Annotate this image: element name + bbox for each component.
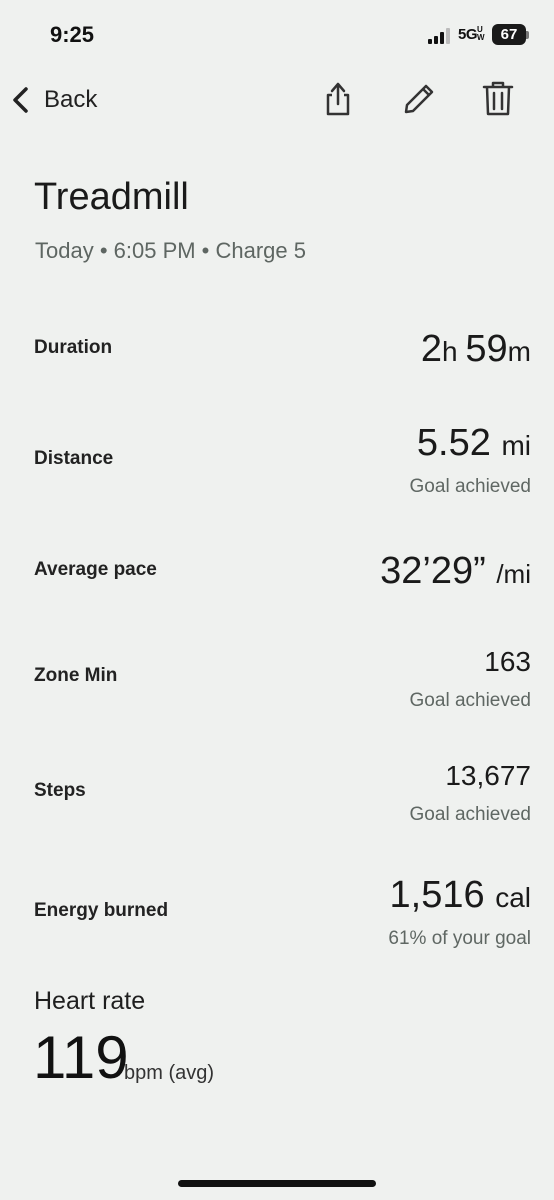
stat-average-pace: Average pace 32’29” /mi xyxy=(34,552,531,602)
network-subtype: UW xyxy=(477,25,485,42)
duration-hours: 2 xyxy=(420,328,443,370)
stat-value-group: 13,677 Goal achieved xyxy=(410,762,531,826)
share-icon xyxy=(326,82,350,116)
pace-unit: /mi xyxy=(496,559,531,589)
stat-value-group: 32’29” /mi xyxy=(380,552,531,590)
home-indicator[interactable] xyxy=(178,1180,376,1187)
share-button[interactable] xyxy=(318,78,358,120)
heart-rate-title: Heart rate xyxy=(34,987,146,1015)
stat-value: 32’29” /mi xyxy=(380,552,531,590)
back-button[interactable]: Back xyxy=(10,80,97,120)
stat-steps: Steps 13,677 Goal achieved xyxy=(34,762,531,826)
status-bar: 9:25 5GUW 67 xyxy=(0,0,554,70)
distance-value: 5.52 xyxy=(416,422,491,464)
stat-label: Energy burned xyxy=(34,900,169,921)
stat-value-group: 163 Goal achieved xyxy=(410,648,531,712)
stat-value-group: 2h 59m xyxy=(421,330,531,368)
energy-value: 1,516 xyxy=(389,874,485,916)
distance-unit: mi xyxy=(501,430,531,461)
exercise-subtitle: Today • 6:05 PM • Charge 5 xyxy=(35,238,306,263)
stat-label: Steps xyxy=(34,780,86,801)
stat-energy-burned: Energy burned 1,516 cal 61% of your goal xyxy=(34,876,531,956)
signal-strength-icon xyxy=(428,28,450,44)
heart-rate-value: 119 xyxy=(33,1024,129,1091)
duration-hours-unit: h xyxy=(442,336,466,367)
stat-distance: Distance 5.52 mi Goal achieved xyxy=(34,424,531,504)
network-indicator: 5GUW xyxy=(458,25,485,44)
edit-button[interactable] xyxy=(398,78,438,120)
stat-value: 13,677 xyxy=(445,760,531,791)
edit-icon xyxy=(404,84,434,114)
status-time: 9:25 xyxy=(50,22,95,47)
stat-label: Distance xyxy=(34,448,114,469)
stat-label: Duration xyxy=(34,337,113,358)
stat-value: 2h 59m xyxy=(421,330,531,368)
network-type: 5G xyxy=(458,26,478,43)
battery-tip xyxy=(526,31,529,39)
duration-minutes-unit: m xyxy=(507,336,531,367)
duration-minutes: 59 xyxy=(465,328,508,370)
delete-button[interactable] xyxy=(478,78,518,120)
stat-label: Average pace xyxy=(34,559,157,580)
goal-status: Goal achieved xyxy=(409,690,531,711)
stat-duration: Duration 2h 59m xyxy=(34,330,531,380)
page-title: Treadmill xyxy=(34,176,189,218)
stat-value-group: 1,516 cal 61% of your goal xyxy=(388,876,531,950)
goal-status: Goal achieved xyxy=(409,804,531,825)
battery-level: 67 xyxy=(500,26,518,43)
heart-rate-unit: bpm (avg) xyxy=(124,1062,215,1084)
stat-value: 163 xyxy=(484,646,531,677)
stat-value: 5.52 mi xyxy=(410,424,531,462)
battery-icon: 67 xyxy=(492,24,526,45)
chevron-left-icon xyxy=(13,87,28,113)
stat-label: Zone Min xyxy=(34,665,118,686)
stat-value: 1,516 cal xyxy=(388,876,531,914)
stat-zone-min: Zone Min 163 Goal achieved xyxy=(34,648,531,712)
stat-value-group: 5.52 mi Goal achieved xyxy=(410,424,531,498)
energy-unit: cal xyxy=(495,882,531,913)
goal-status: Goal achieved xyxy=(409,476,531,497)
trash-icon xyxy=(482,81,514,116)
goal-progress: 61% of your goal xyxy=(388,928,531,949)
back-label: Back xyxy=(44,86,98,113)
pace-value: 32’29” xyxy=(380,550,486,592)
